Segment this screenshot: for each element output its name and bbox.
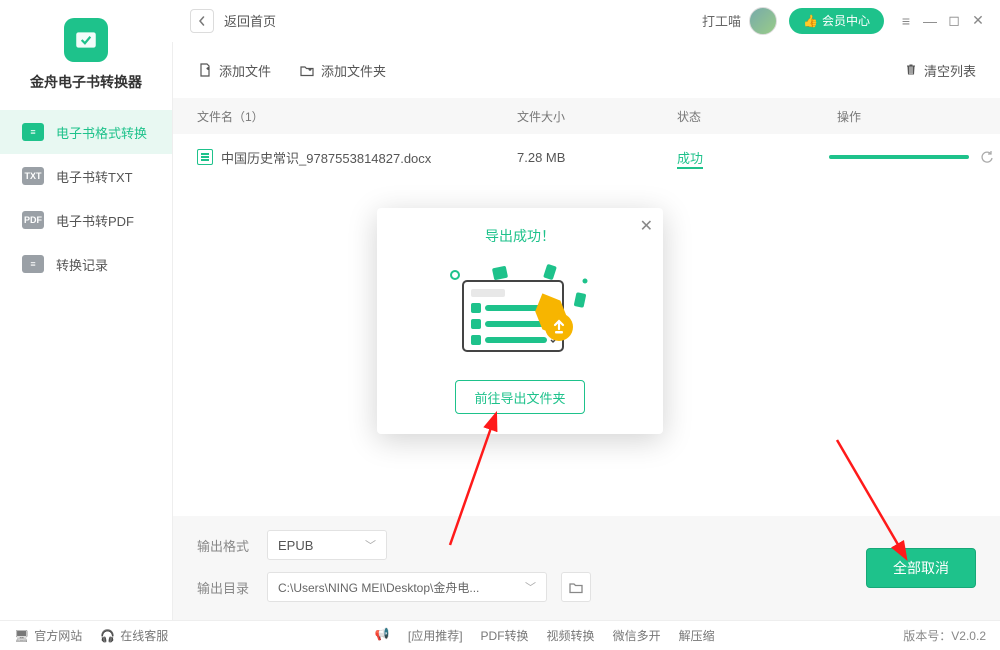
sidebar-item-to-txt[interactable]: TXT 电子书转TXT [0,154,172,198]
retry-icon[interactable] [979,149,995,165]
thumb-icon: 👍 [803,14,818,28]
logo-box: 金舟电子书转换器 [0,8,172,92]
col-status: 状态 [677,108,837,125]
table-header: 文件名（1） 文件大小 状态 操作 [173,98,1000,134]
sidebar-item-label: 电子书转TXT [56,167,133,186]
add-file-button[interactable]: 添加文件 [197,61,271,80]
trash-icon [904,62,918,79]
wx-link[interactable]: 微信多开 [613,627,661,644]
add-folder-icon [299,62,315,78]
history-icon: ≡ [22,255,44,273]
support-link[interactable]: 🎧 在线客服 [100,627,168,644]
sidebar-item-label: 电子书格式转换 [56,123,147,142]
username: 打工喵 [702,11,741,30]
announce-icon: 📢 [375,627,390,644]
row-ops [979,149,1000,165]
add-file-label: 添加文件 [219,61,271,80]
format-label: 输出格式 [197,536,253,555]
clear-list-button[interactable]: 清空列表 [904,61,976,80]
format-select[interactable]: EPUB ﹀ [267,530,387,560]
cs-label: 在线客服 [120,627,168,644]
file-size: 7.28 MB [517,150,677,165]
sidebar-item-history[interactable]: ≡ 转换记录 [0,242,172,286]
output-dir[interactable]: C:\Users\NING MEI\Desktop\金舟电... ﹀ [267,572,547,602]
pdf-icon: PDF [22,211,44,229]
menu-button[interactable]: ≡ [894,9,918,33]
back-button[interactable] [190,9,214,33]
dir-label: 输出目录 [197,578,253,597]
headset-icon: 🎧 [100,629,115,643]
txt-icon: TXT [22,167,44,185]
official-site-link[interactable]: 🖥 官方网站 [14,627,82,644]
version-label: 版本号：V2.0.2 [903,627,986,644]
vip-label: 会员中心 [822,12,870,29]
browse-folder-button[interactable] [561,572,591,602]
table-row: 中国历史常识_9787553814827.docx 7.28 MB 成功 [173,134,1000,180]
pdf-link[interactable]: PDF转换 [481,627,529,644]
maximize-button[interactable]: ◻ [942,9,966,33]
chevron-down-icon: ﹀ [525,579,536,595]
avatar[interactable] [749,7,777,35]
doc-icon: ≡ [22,123,44,141]
sidebar: 金舟电子书转换器 ≡ 电子书格式转换 TXT 电子书转TXT PDF 电子书转P… [0,42,172,620]
vip-button[interactable]: 👍 会员中心 [789,8,884,34]
col-name: 文件名（1） [197,108,517,125]
cancel-all-button[interactable]: 全部取消 [866,548,976,588]
app-title: 金舟电子书转换器 [30,72,142,92]
goto-folder-button[interactable]: 前往导出文件夹 [455,380,585,414]
close-button[interactable]: ✕ [966,9,990,33]
statusbar: 🖥 官方网站 🎧 在线客服 📢 [应用推荐] PDF转换 视频转换 微信多开 解压缩… [0,620,1000,650]
add-folder-label: 添加文件夹 [321,61,386,80]
chevron-down-icon: ﹀ [365,537,376,553]
format-value: EPUB [278,538,313,553]
col-ops: 操作 [837,108,976,125]
file-icon [197,149,213,165]
bottom-panel: 输出格式 EPUB ﹀ 输出目录 C:\Users\NING MEI\Deskt… [173,516,1000,620]
sidebar-item-to-pdf[interactable]: PDF 电子书转PDF [0,198,172,242]
monitor-icon: 🖥 [14,629,29,643]
goto-folder-label: 前往导出文件夹 [474,388,565,407]
minimize-button[interactable]: — [918,9,942,33]
sidebar-item-label: 转换记录 [56,255,108,274]
export-success-modal: ✕ 导出成功！ [377,208,663,434]
sidebar-item-label: 电子书转PDF [56,211,134,230]
toolbar: 添加文件 添加文件夹 清空列表 [173,42,1000,98]
back-label: 返回首页 [224,11,276,30]
app-rec-link[interactable]: [应用推荐] [408,627,463,644]
col-size: 文件大小 [517,108,677,125]
zip-link[interactable]: 解压缩 [679,627,715,644]
clear-label: 清空列表 [924,61,976,80]
modal-title: 导出成功！ [377,226,663,246]
progress-bar [829,155,969,159]
cancel-all-label: 全部取消 [893,558,949,578]
video-link[interactable]: 视频转换 [547,627,595,644]
modal-illustration [377,256,663,366]
add-file-icon [197,62,213,78]
file-name: 中国历史常识_9787553814827.docx [221,148,431,167]
add-folder-button[interactable]: 添加文件夹 [299,61,386,80]
sidebar-item-format-convert[interactable]: ≡ 电子书格式转换 [0,110,172,154]
dir-value: C:\Users\NING MEI\Desktop\金舟电... [278,579,479,596]
app-logo [64,18,108,62]
status-badge: 成功 [677,151,703,169]
modal-close-button[interactable]: ✕ [640,216,653,236]
site-label: 官方网站 [34,627,82,644]
